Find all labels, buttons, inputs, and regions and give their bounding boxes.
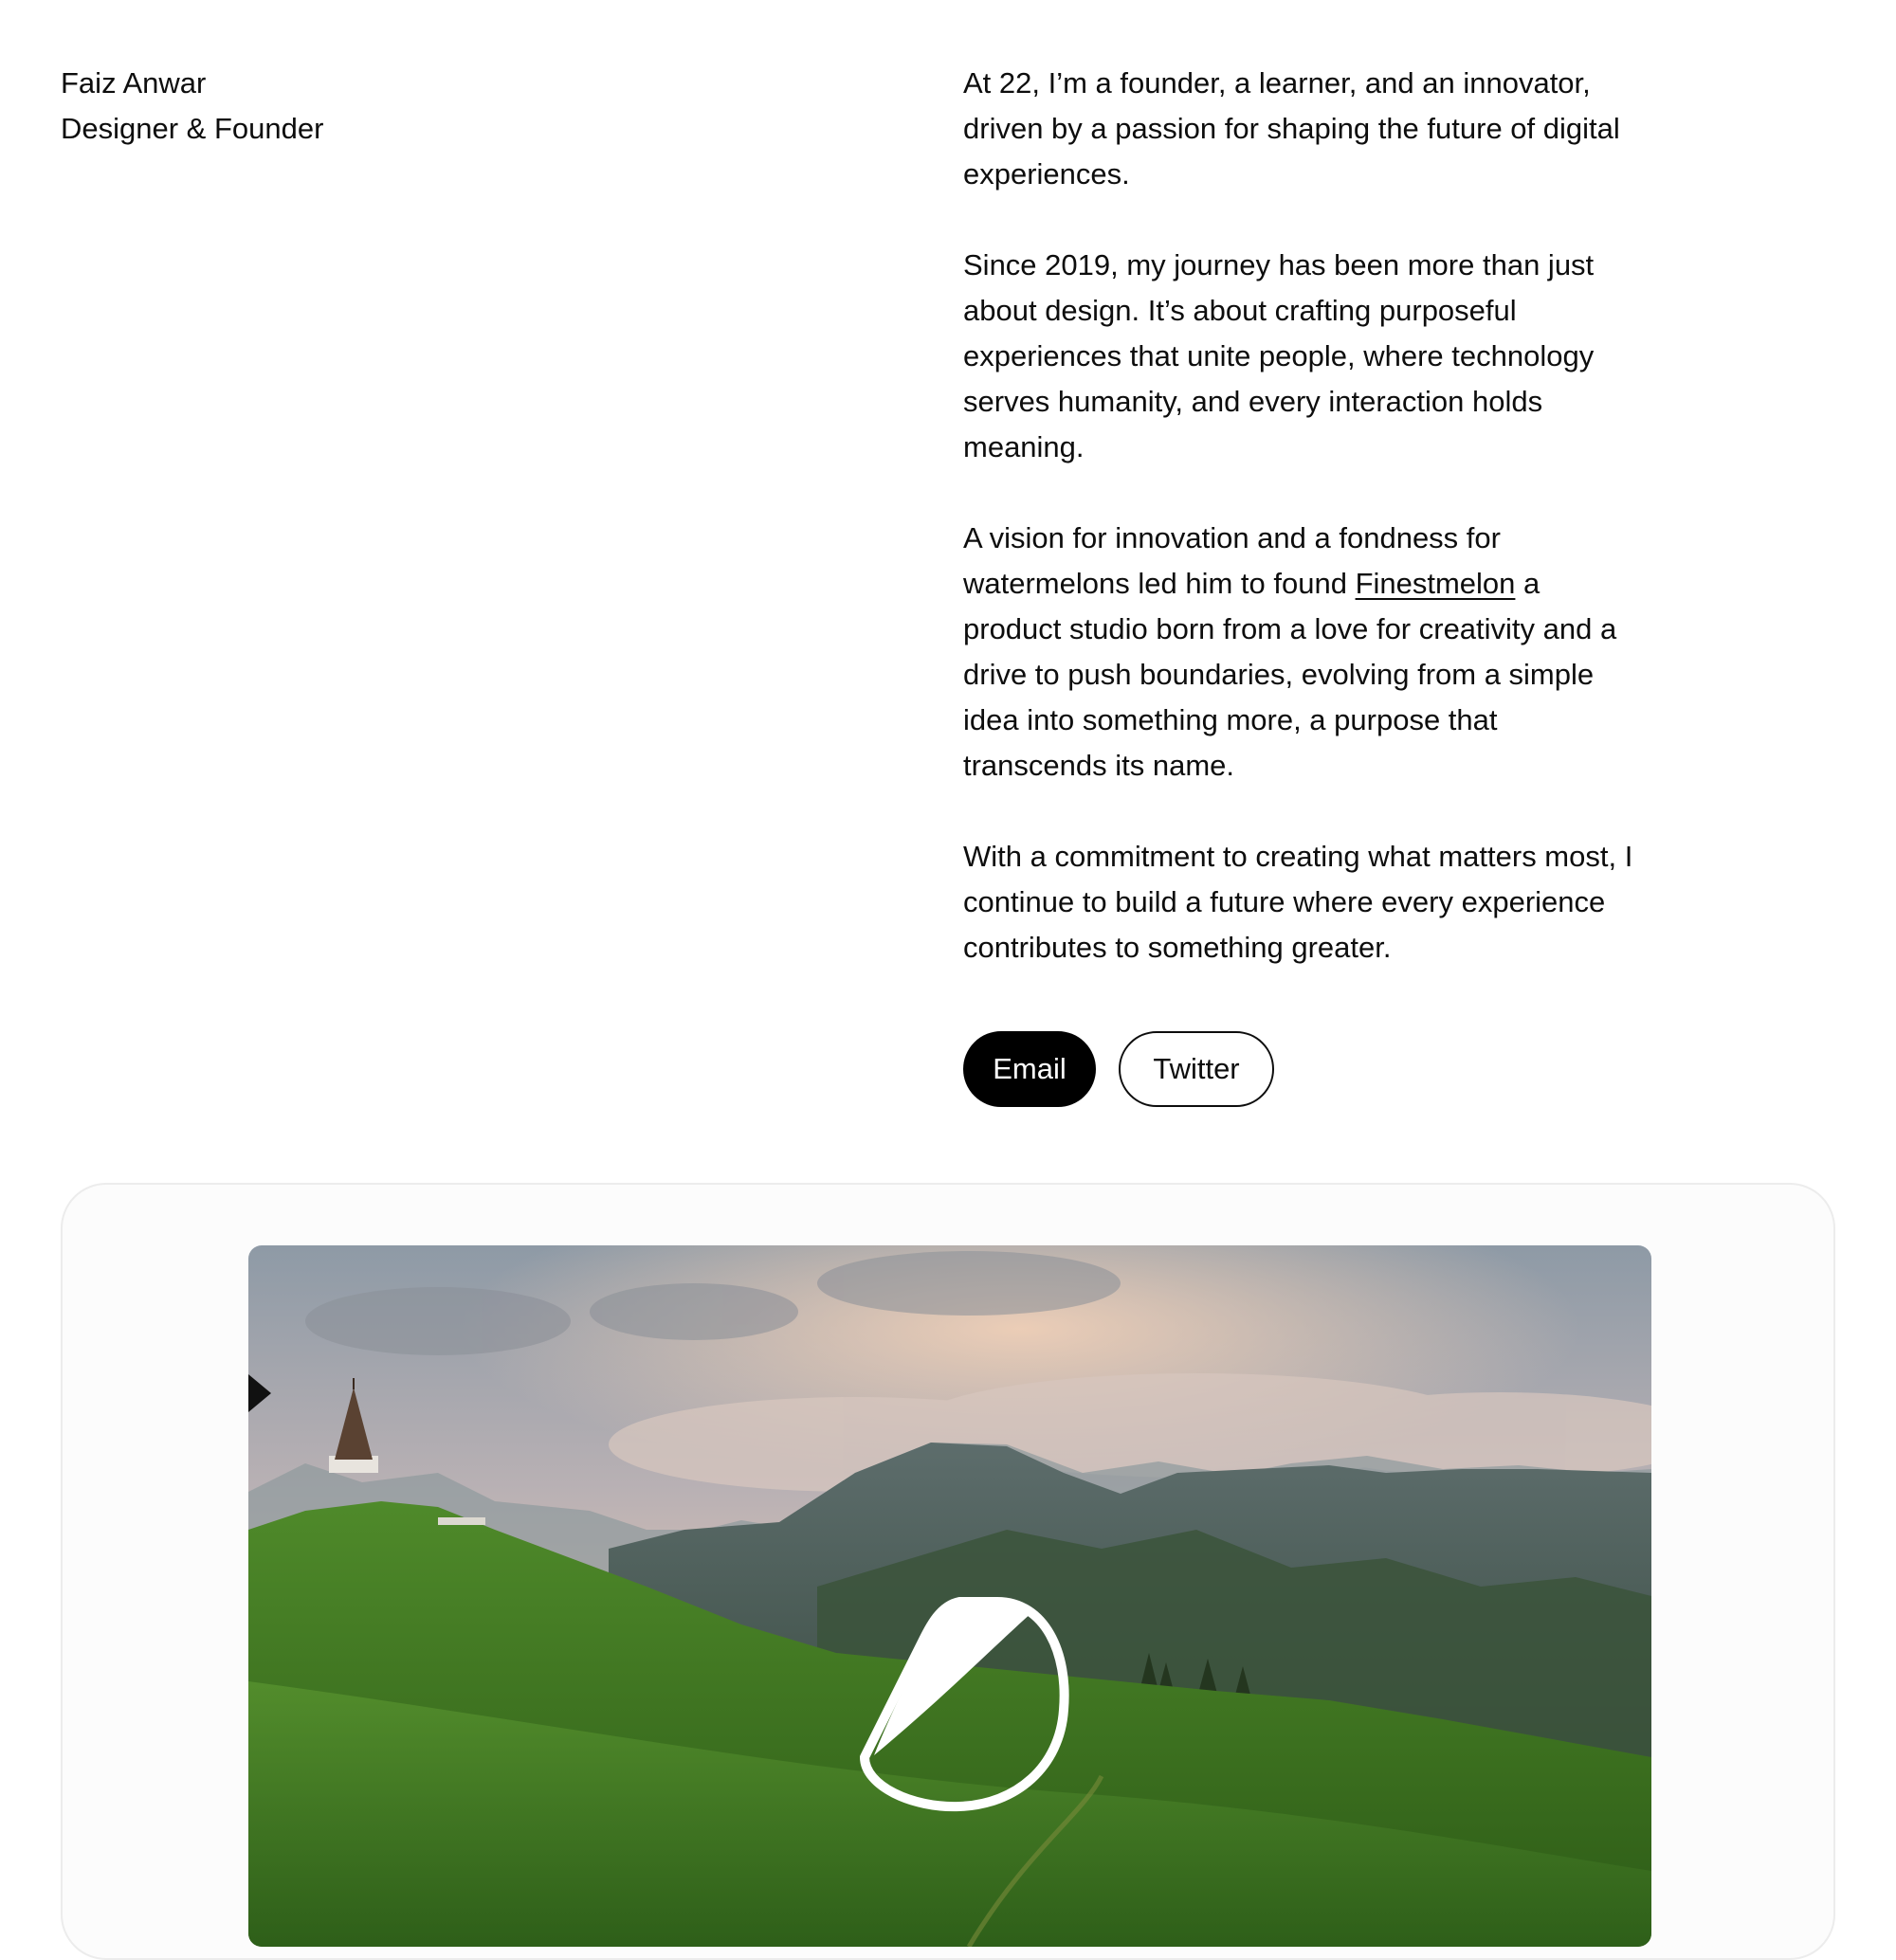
email-button[interactable]: Email [963,1031,1096,1107]
finestmelon-link[interactable]: Finestmelon [1356,567,1516,600]
media-card [61,1183,1835,1960]
bio-paragraph-3: A vision for innovation and a fondness f… [963,516,1646,789]
landscape-video[interactable] [248,1245,1651,1947]
bio-paragraph-2: Since 2019, my journey has been more tha… [963,248,1595,463]
bio-section: At 22, I’m a founder, a learner, and an … [963,61,1646,1016]
contact-actions: Email Twitter [963,1031,1274,1107]
sticker-peel-icon [860,1597,1069,1812]
twitter-button[interactable]: Twitter [1119,1031,1274,1107]
profile-header: Faiz Anwar Designer & Founder [61,61,323,152]
profile-role: Designer & Founder [61,112,324,145]
bio-paragraph-4: With a commitment to creating what matte… [963,840,1633,964]
bio-paragraph-1: At 22, I’m a founder, a learner, and an … [963,66,1620,191]
profile-name: Faiz Anwar [61,66,207,100]
